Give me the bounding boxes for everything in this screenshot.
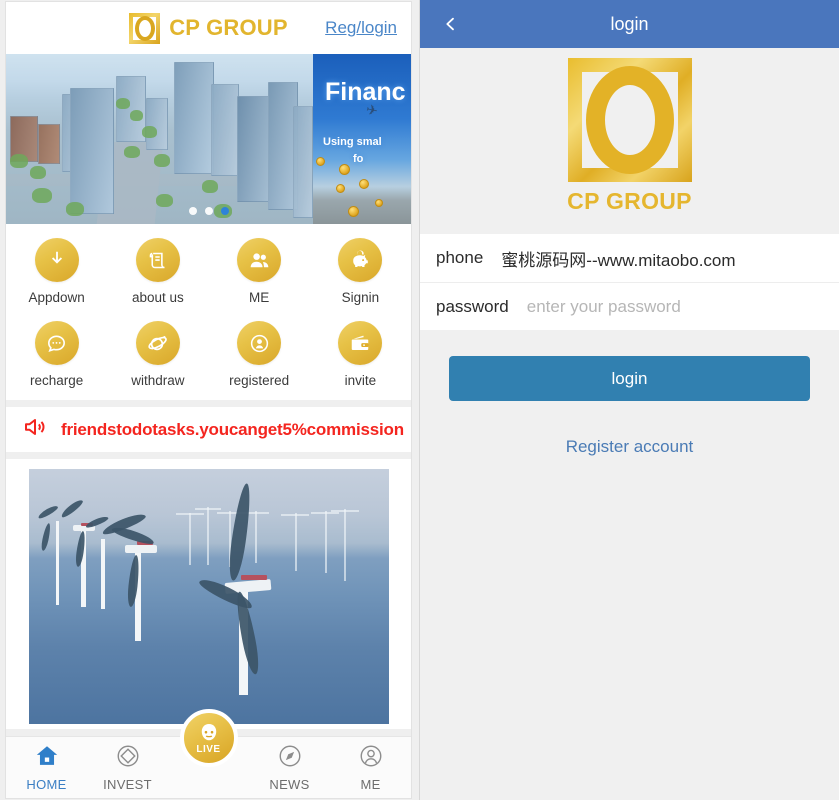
quick-actions-grid: Appdown about us ME Signin recharge with… bbox=[6, 224, 411, 400]
tab-label: INVEST bbox=[103, 777, 152, 792]
phone-input[interactable] bbox=[483, 248, 839, 268]
tab-label: ME bbox=[360, 777, 381, 792]
live-avatar-icon[interactable]: LIVE bbox=[179, 709, 238, 767]
quick-action-label: about us bbox=[131, 290, 184, 305]
login-header: login bbox=[420, 0, 839, 48]
tab-me[interactable]: ME bbox=[330, 737, 411, 798]
diamond-icon bbox=[115, 743, 141, 774]
login-pane: login CP GROUP phone password login Regi… bbox=[420, 0, 839, 800]
quick-action-label: Appdown bbox=[28, 290, 85, 305]
quick-action-label: withdraw bbox=[131, 373, 185, 388]
person-badge-icon bbox=[237, 321, 282, 365]
page-title: login bbox=[610, 13, 649, 34]
quick-action-label: invite bbox=[344, 373, 377, 388]
tab-home[interactable]: HOME bbox=[6, 737, 87, 798]
quick-action-registered[interactable]: registered bbox=[209, 321, 310, 388]
carousel-dot-2[interactable] bbox=[204, 207, 213, 215]
quick-action-me[interactable]: ME bbox=[209, 238, 310, 305]
login-logo: CP GROUP bbox=[420, 58, 839, 215]
reg-login-link[interactable]: Reg/login bbox=[325, 18, 397, 38]
compass-icon bbox=[277, 743, 303, 774]
tab-label: HOME bbox=[26, 777, 67, 792]
register-account-link[interactable]: Register account bbox=[420, 437, 839, 457]
password-field-row[interactable]: password bbox=[420, 282, 839, 330]
tab-invest[interactable]: INVEST bbox=[87, 737, 168, 798]
quick-actions-row-2: recharge withdraw registered invite bbox=[6, 321, 411, 388]
content-image-card[interactable] bbox=[6, 459, 411, 729]
live-label: LIVE bbox=[196, 744, 221, 755]
cp-group-logo-icon bbox=[567, 58, 692, 182]
tab-live[interactable]: LIVE bbox=[168, 709, 249, 798]
phone-label: phone bbox=[436, 248, 484, 267]
airplane-icon: ✈ bbox=[364, 100, 380, 120]
chevron-left-icon[interactable] bbox=[442, 10, 459, 38]
planet-orbit-icon bbox=[135, 321, 180, 365]
quick-actions-row-1: Appdown about us ME Signin bbox=[6, 238, 411, 305]
download-arrow-icon bbox=[34, 238, 79, 282]
quick-action-signin[interactable]: Signin bbox=[310, 238, 411, 305]
banner-sub-line-1: Using smal bbox=[323, 136, 382, 148]
banner-carousel[interactable]: Financ ✈ Using smal fo bbox=[6, 54, 411, 224]
quick-action-withdraw[interactable]: withdraw bbox=[107, 321, 208, 388]
offshore-wind-farm-image bbox=[28, 469, 389, 724]
quick-action-label: registered bbox=[229, 373, 290, 388]
home-icon bbox=[34, 743, 60, 774]
banner-slide-city[interactable] bbox=[6, 54, 313, 224]
piggy-bank-lock-icon bbox=[338, 238, 383, 282]
carousel-dot-3[interactable] bbox=[220, 207, 229, 215]
scroll-document-icon bbox=[135, 238, 180, 282]
notice-bar[interactable]: friendstodotasks.youcanget5%commission bbox=[6, 407, 411, 452]
quick-action-invite[interactable]: invite bbox=[310, 321, 411, 388]
login-submit-button[interactable]: login bbox=[449, 356, 810, 401]
carousel-dots bbox=[6, 207, 411, 215]
login-form-fields: phone password bbox=[420, 234, 839, 330]
user-circle-icon bbox=[358, 743, 384, 774]
quick-action-about-us[interactable]: about us bbox=[107, 238, 208, 305]
home-pane: CP GROUP Reg/login Financ ✈ Using smal f… bbox=[0, 0, 420, 800]
notice-text: friendstodotasks.youcanget5%commission bbox=[61, 419, 404, 439]
speaker-megaphone-icon bbox=[22, 415, 48, 444]
users-group-icon bbox=[237, 238, 282, 282]
banner-slide-finance[interactable]: Financ ✈ Using smal fo bbox=[313, 54, 411, 224]
home-pane-inner: CP GROUP Reg/login Financ ✈ Using smal f… bbox=[6, 2, 411, 798]
cp-group-logo-icon bbox=[129, 12, 161, 44]
quick-action-label: ME bbox=[249, 290, 270, 305]
tab-label: NEWS bbox=[269, 777, 310, 792]
tab-news[interactable]: NEWS bbox=[249, 737, 330, 798]
app-screen: CP GROUP Reg/login Financ ✈ Using smal f… bbox=[0, 0, 839, 800]
login-logo-text: CP GROUP bbox=[567, 188, 692, 214]
quick-action-label: recharge bbox=[29, 373, 84, 388]
quick-action-appdown[interactable]: Appdown bbox=[6, 238, 107, 305]
wallet-icon bbox=[338, 321, 383, 365]
banner-slide-finance-title: Financ bbox=[325, 78, 406, 106]
quick-action-label: Signin bbox=[341, 290, 380, 305]
quick-action-recharge[interactable]: recharge bbox=[6, 321, 107, 388]
chat-bubble-dots-icon bbox=[34, 321, 79, 365]
home-header: CP GROUP Reg/login bbox=[6, 2, 411, 54]
brand-name: CP GROUP bbox=[169, 15, 288, 40]
brand: CP GROUP bbox=[129, 12, 288, 44]
bottom-tab-bar: HOME INVEST LIVE NEWS ME bbox=[6, 709, 411, 798]
carousel-dot-1[interactable] bbox=[188, 207, 197, 215]
password-label: password bbox=[436, 296, 509, 316]
phone-field-row[interactable]: phone bbox=[420, 234, 839, 282]
password-input[interactable] bbox=[508, 296, 839, 317]
banner-slide-finance-sub: Using smal fo bbox=[323, 134, 382, 167]
